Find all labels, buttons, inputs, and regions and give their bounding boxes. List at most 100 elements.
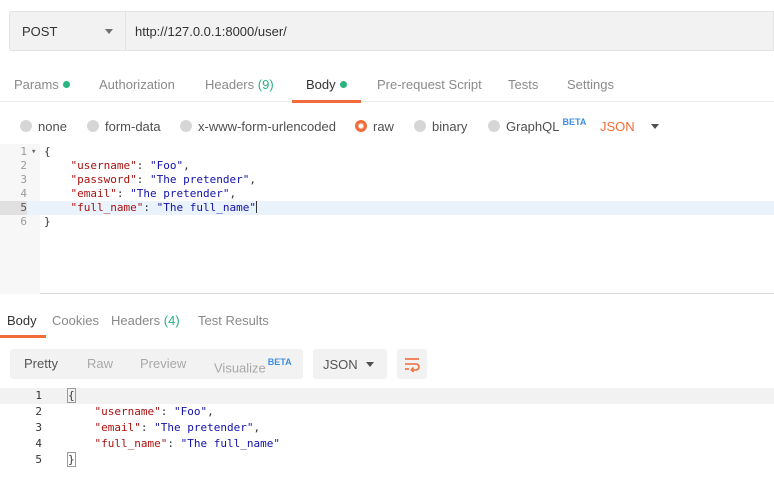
tab-pre-request-script[interactable]: Pre-request Script: [377, 77, 482, 102]
radio-circle-icon: [20, 120, 32, 132]
beta-badge: BETA: [562, 117, 587, 127]
json-key: "password": [70, 173, 137, 186]
editor-line: 1 ▾ {: [0, 145, 774, 159]
tab-authorization[interactable]: Authorization: [99, 77, 175, 102]
tab-label: Body: [7, 313, 37, 328]
code-text: {: [44, 145, 51, 158]
json-punctuation: ,: [229, 187, 237, 200]
code-text: "email": "The pretender",: [94, 421, 261, 434]
chevron-down-icon: [650, 123, 659, 129]
active-tab-indicator: [292, 100, 361, 103]
beta-badge: BETA: [267, 357, 292, 367]
tab-label: Test Results: [198, 313, 269, 328]
method-select[interactable]: POST: [9, 11, 126, 51]
json-value: "The pretender": [154, 421, 254, 434]
code-text: "email": "The pretender",: [70, 187, 237, 200]
json-value: "Foo": [149, 159, 184, 172]
radio-none[interactable]: none: [20, 114, 67, 138]
tab-body[interactable]: Body: [292, 77, 361, 103]
tab-label: Authorization: [99, 77, 175, 92]
code-text: {: [67, 388, 76, 404]
radio-binary[interactable]: binary: [414, 114, 467, 138]
tab-label: Settings: [567, 77, 614, 92]
line-number: 6: [20, 215, 27, 228]
url-value: http://127.0.0.1:8000/user/: [135, 23, 287, 39]
json-key: "username": [94, 405, 161, 418]
tab-count: (9): [257, 77, 274, 92]
response-tab-cookies[interactable]: Cookies: [52, 313, 99, 337]
response-view-group: Pretty Raw Preview Visualize BETA: [10, 349, 303, 379]
line-number: 2: [20, 159, 27, 172]
json-key: "username": [70, 159, 137, 172]
code-text: }: [44, 215, 51, 228]
radio-x-www-form-urlencoded[interactable]: x-www-form-urlencoded: [180, 114, 336, 138]
radio-circle-icon: [87, 120, 99, 132]
tab-settings[interactable]: Settings: [567, 77, 614, 102]
tab-count: (4): [163, 313, 180, 328]
method-label: POST: [22, 23, 58, 39]
radio-graphql[interactable]: GraphQL BETA: [488, 114, 586, 138]
active-tab-indicator: [0, 335, 46, 338]
code-text: }: [67, 452, 76, 468]
line-number: 2: [35, 405, 42, 418]
active-dot-icon: [62, 81, 70, 88]
response-line: 5 }: [0, 452, 774, 468]
visualize-button[interactable]: Visualize BETA: [214, 349, 292, 379]
response-format-select[interactable]: JSON: [313, 349, 387, 379]
json-value: "The full_name": [180, 437, 280, 450]
json-punctuation: ,: [253, 421, 261, 434]
line-number: 5: [35, 453, 42, 466]
chevron-down-icon: [105, 29, 113, 34]
response-tab-headers[interactable]: Headers (4): [111, 313, 180, 337]
url-input[interactable]: http://127.0.0.1:8000/user/: [126, 11, 774, 51]
tab-label: Headers: [205, 77, 255, 92]
editor-line: 3 "password": "The pretender",: [0, 173, 774, 187]
radio-circle-icon: [488, 120, 500, 132]
json-value: "Foo": [173, 405, 208, 418]
tab-params[interactable]: Params: [14, 77, 70, 102]
code-text: "full_name": "The full_name": [70, 201, 257, 214]
editor-line: 2 "username": "Foo",: [0, 159, 774, 173]
radio-form-data[interactable]: form-data: [87, 114, 161, 138]
wrap-lines-button[interactable]: [397, 349, 427, 379]
response-line: 1 {: [0, 388, 774, 404]
json-value: "The full_name": [156, 201, 256, 214]
radio-raw[interactable]: raw: [355, 114, 394, 138]
json-punctuation: ,: [207, 405, 214, 418]
visualize-label: Visualize: [214, 360, 266, 376]
code-text: "full_name": "The full_name": [94, 437, 280, 450]
pretty-button[interactable]: Pretty: [24, 349, 58, 379]
preview-button[interactable]: Preview: [140, 349, 186, 379]
radio-selected-icon: [355, 120, 367, 132]
response-line: 4 "full_name": "The full_name": [0, 436, 774, 452]
text-cursor: [255, 201, 257, 213]
request-tabs: Params Authorization Headers (9) Body Pr…: [0, 66, 774, 103]
fold-arrow-icon[interactable]: ▾: [31, 145, 36, 159]
json-value: "The pretender": [149, 173, 250, 186]
tab-tests[interactable]: Tests: [508, 77, 538, 102]
body-format-select[interactable]: JSON: [600, 114, 659, 138]
active-dot-icon: [339, 81, 347, 88]
raw-button[interactable]: Raw: [87, 349, 113, 379]
radio-circle-icon: [180, 120, 192, 132]
json-value: "The pretender": [130, 187, 230, 200]
request-url-bar: POST http://127.0.0.1:8000/user/: [9, 11, 774, 51]
tab-label: Cookies: [52, 313, 99, 328]
radio-circle-icon: [414, 120, 426, 132]
request-body-editor[interactable]: 1 ▾ { 2 "username": "Foo", 3 "password":…: [0, 144, 774, 294]
json-punctuation: ,: [183, 159, 190, 172]
editor-line: 4 "email": "The pretender",: [0, 187, 774, 201]
line-number: 1: [35, 389, 42, 402]
response-tab-body[interactable]: Body: [0, 313, 46, 338]
code-text: "username": "Foo",: [70, 159, 190, 172]
wrap-lines-icon: [405, 358, 420, 372]
response-body-viewer: 1 { 2 "username": "Foo", 3 "email": "The…: [0, 388, 774, 488]
code-text: "username": "Foo",: [94, 405, 214, 418]
matched-brace: {: [67, 388, 76, 403]
response-tab-test-results[interactable]: Test Results: [198, 313, 269, 337]
code-text: "password": "The pretender",: [70, 173, 256, 186]
tab-headers[interactable]: Headers (9): [205, 77, 274, 102]
line-number: 3: [35, 421, 42, 434]
radio-label: x-www-form-urlencoded: [198, 118, 336, 134]
radio-label: none: [38, 118, 67, 134]
